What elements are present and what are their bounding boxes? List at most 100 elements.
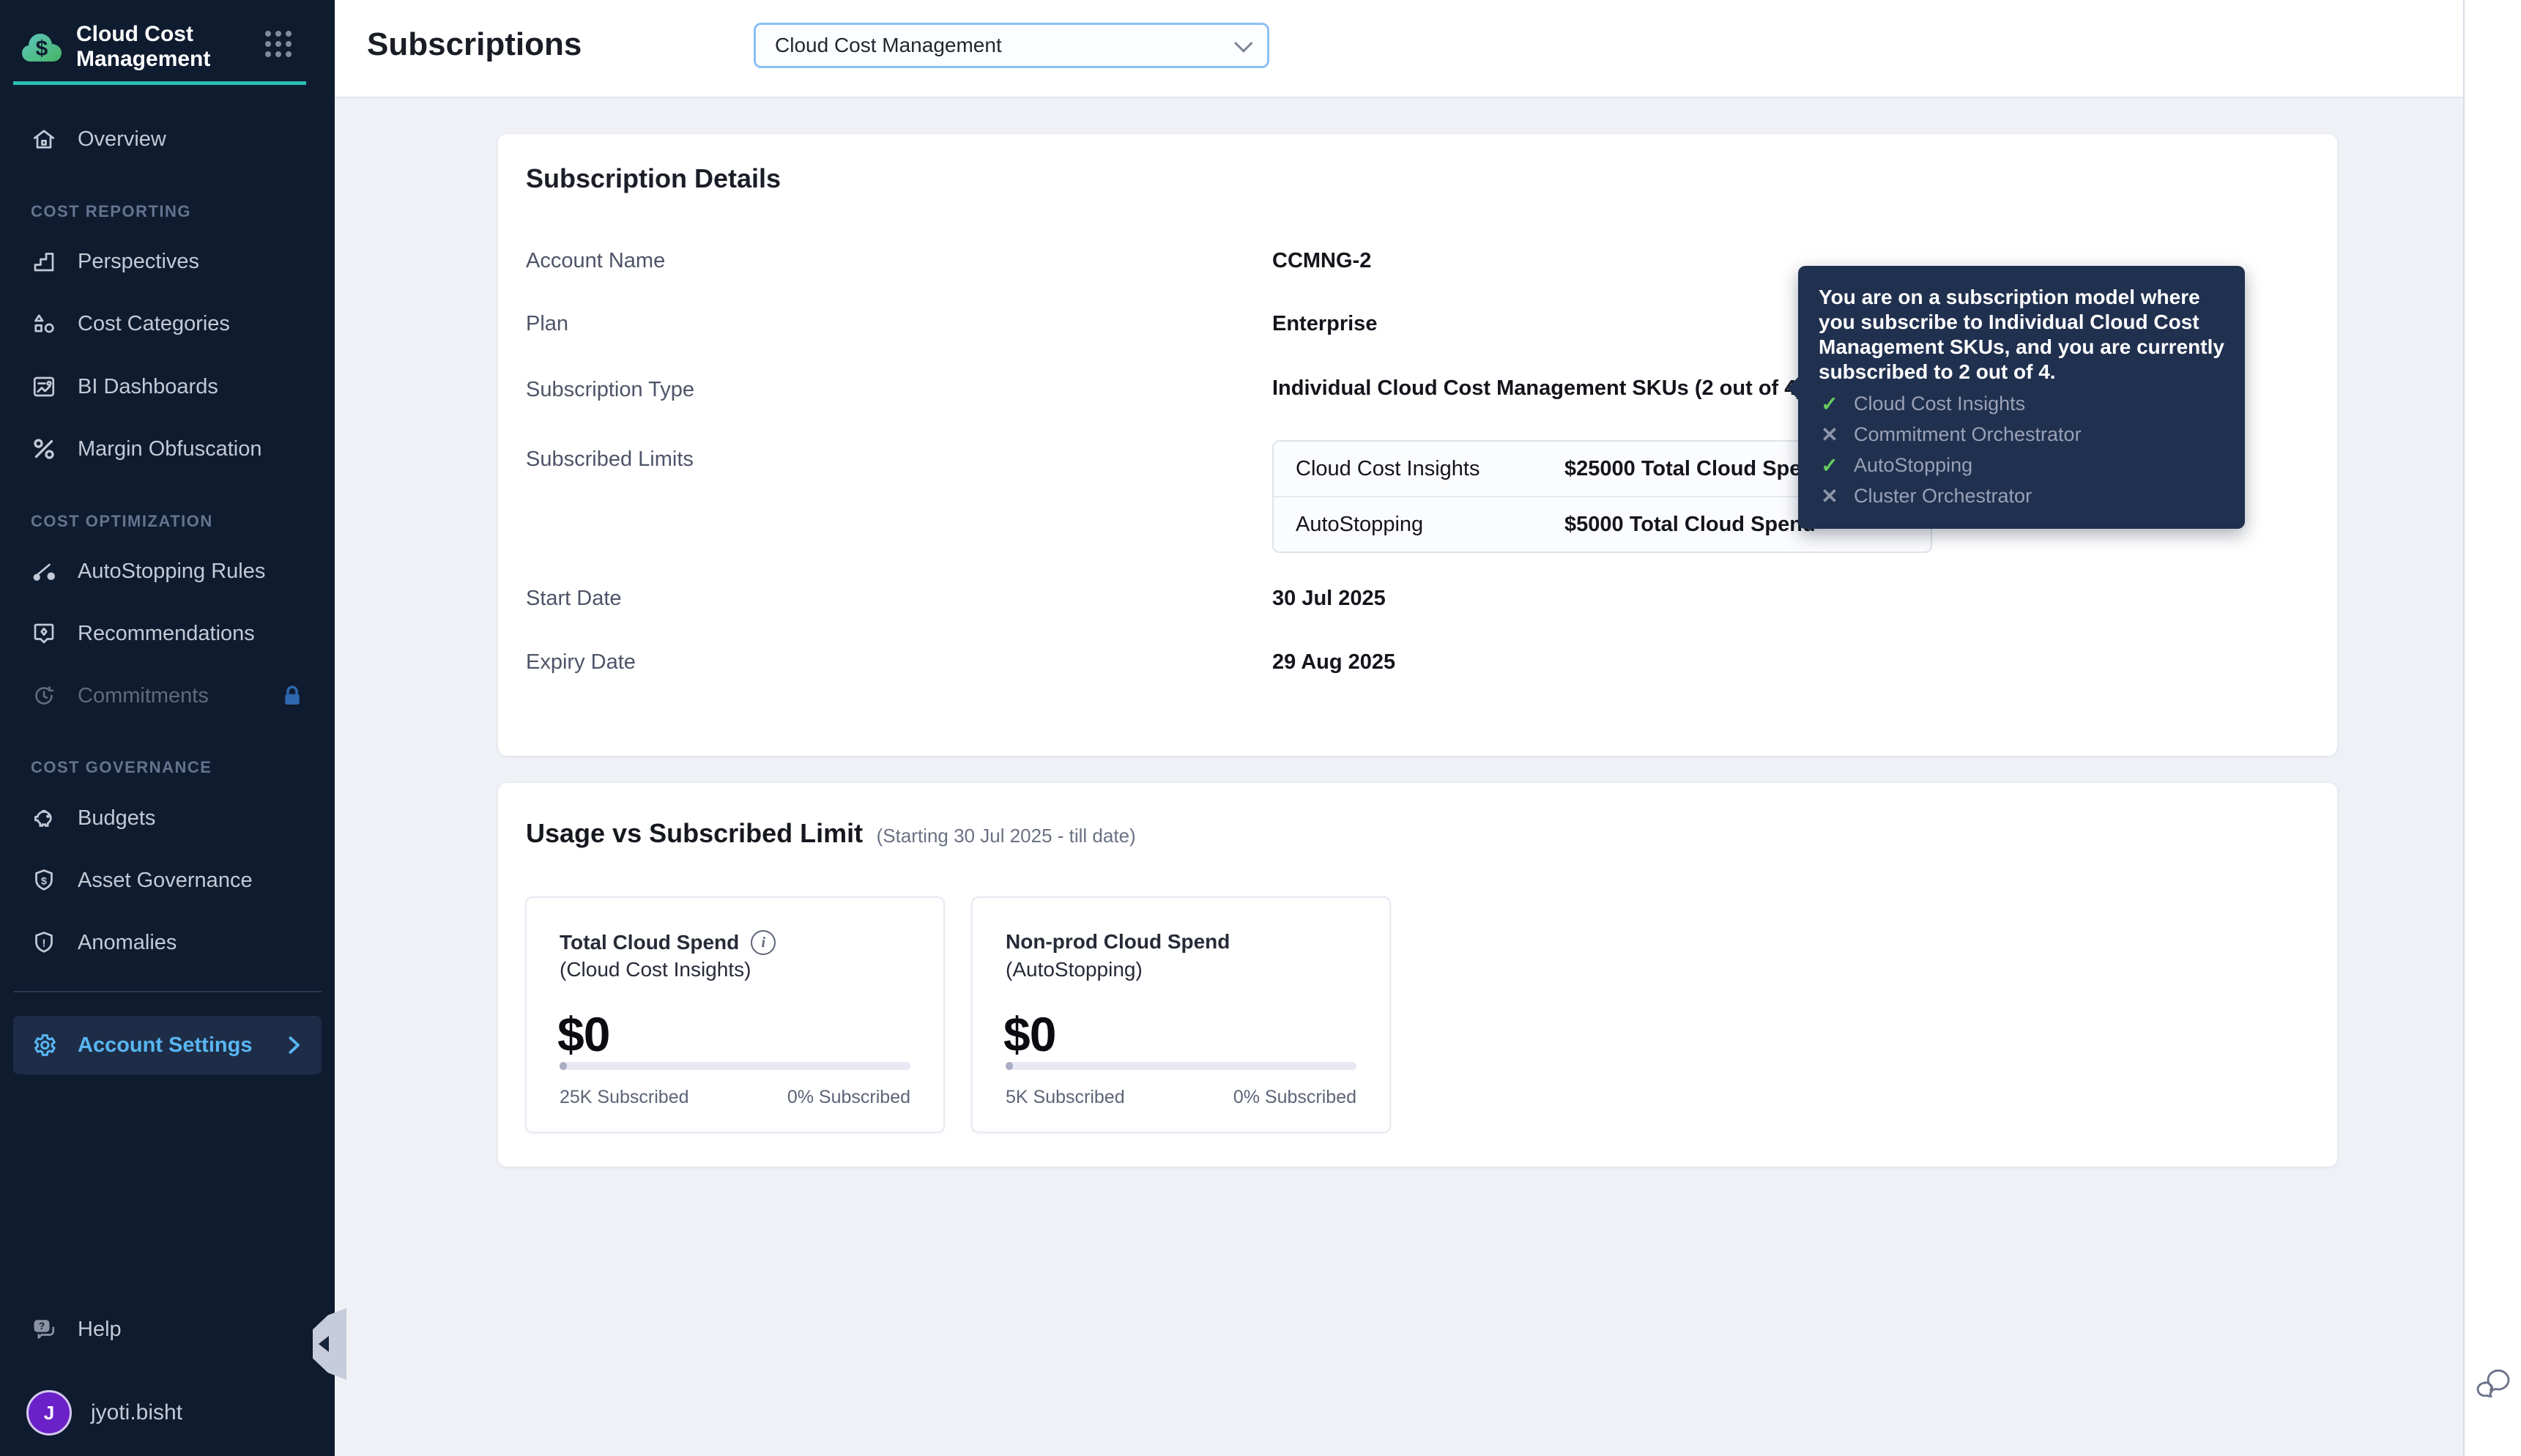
stat-card-title: Non-prod Cloud Spend <box>1006 930 1230 953</box>
lock-icon <box>285 686 300 705</box>
module-switcher-grid-icon[interactable] <box>265 31 294 60</box>
sidebar-item-label: Asset Governance <box>78 868 253 892</box>
sidebar-item-recommendations[interactable]: Recommendations <box>13 610 322 657</box>
nonprod-cloud-spend-card: Non-prod Cloud Spend (AutoStopping) $0 5… <box>971 896 1391 1133</box>
svg-text:$: $ <box>36 37 48 61</box>
sidebar-item-label: Margin Obfuscation <box>78 437 262 461</box>
sidebar-item-label: AutoStopping Rules <box>78 559 266 583</box>
username: jyoti.bisht <box>91 1400 183 1425</box>
cloud-dollar-logo-icon: $ <box>22 34 62 62</box>
sidebar-item-help[interactable]: ? Help <box>13 1306 322 1353</box>
home-icon <box>33 130 55 149</box>
usage-progress-bar <box>560 1062 910 1070</box>
sidebar-section-cost-governance: COST GOVERNANCE <box>31 758 212 776</box>
percent-icon <box>34 439 54 459</box>
subscription-type-value: Individual Cloud Cost Management SKUs (2… <box>1272 376 1804 400</box>
avatar: J <box>26 1390 72 1435</box>
sku-name: AutoStopping <box>1296 512 1424 536</box>
start-date-value: 30 Jul 2025 <box>1272 587 1386 610</box>
stat-card-footer: 25K Subscribed 0% Subscribed <box>560 1087 910 1108</box>
sidebar-section-cost-reporting: COST REPORTING <box>31 202 192 220</box>
subscription-type-value-row: Individual Cloud Cost Management SKUs (2… <box>1272 376 1841 401</box>
sidebar-item-perspectives[interactable]: Perspectives <box>13 238 322 285</box>
subscribed-percent-label: 0% Subscribed <box>1233 1087 1356 1107</box>
recommendation-badge-icon <box>34 623 54 644</box>
tooltip-item-label: Commitment Orchestrator <box>1854 423 2082 445</box>
svg-text:!: ! <box>42 937 46 949</box>
sidebar-item-label: Account Settings <box>78 1033 253 1057</box>
module-select-value: Cloud Cost Management <box>775 34 1002 56</box>
total-cloud-spend-card: Total Cloud Spend i (Cloud Cost Insights… <box>525 896 945 1133</box>
usage-title: Usage vs Subscribed Limit <box>526 818 864 848</box>
cross-icon: ✕ <box>1821 484 1838 508</box>
sidebar-item-budgets[interactable]: Budgets <box>13 795 322 842</box>
tooltip-text: You are on a subscription model where yo… <box>1819 286 2224 384</box>
usage-progress-bar <box>1006 1062 1356 1070</box>
gear-icon <box>34 1034 56 1056</box>
help-chat-icon: ? <box>34 1320 55 1339</box>
sku-name: Cloud Cost Insights <box>1296 456 1480 480</box>
subscription-type-label: Subscription Type <box>526 378 694 401</box>
support-chat-icon[interactable] <box>2473 1364 2514 1405</box>
spend-amount: $0 <box>557 1007 610 1061</box>
avatar-initial: J <box>43 1401 55 1424</box>
tooltip-item: ✓ AutoStopping <box>1819 453 2224 478</box>
tooltip-item-label: AutoStopping <box>1854 453 1973 476</box>
stat-card-title-row: Non-prod Cloud Spend <box>1006 930 1230 954</box>
tooltip-item: ✕ Cluster Orchestrator <box>1819 484 2224 508</box>
subscription-skus-tooltip: You are on a subscription model where yo… <box>1787 266 2245 529</box>
sku-limit: $25000 Total Cloud Spend <box>1564 456 1827 480</box>
stat-card-title-row: Total Cloud Spend i <box>560 930 776 955</box>
tooltip-item: ✓ Cloud Cost Insights <box>1819 392 2224 416</box>
sidebar-item-autostopping-rules[interactable]: AutoStopping Rules <box>13 548 322 595</box>
shapes-icon <box>34 314 54 333</box>
spend-amount: $0 <box>1003 1007 1056 1061</box>
shield-alert-icon: ! <box>35 932 53 953</box>
subscribed-amount-label: 25K Subscribed <box>560 1087 689 1107</box>
sidebar-item-margin-obfuscation[interactable]: Margin Obfuscation <box>13 426 322 472</box>
svg-text:?: ? <box>39 1321 45 1331</box>
subscribed-amount-label: 5K Subscribed <box>1006 1087 1125 1107</box>
check-icon: ✓ <box>1821 392 1838 415</box>
brand-accent-divider <box>13 81 306 85</box>
user-menu[interactable]: J jyoti.bisht <box>13 1386 322 1439</box>
subscribed-limits-label: Subscribed Limits <box>526 447 694 471</box>
page-header: Subscriptions Cloud Cost Management <box>335 0 2463 98</box>
sidebar-item-label: Overview <box>78 127 166 151</box>
chevron-right-icon <box>289 1036 300 1054</box>
account-name-value: CCMNG-2 <box>1272 249 1372 272</box>
sidebar-item-cost-categories[interactable]: Cost Categories <box>13 300 322 347</box>
module-select-dropdown[interactable]: Cloud Cost Management <box>754 23 1269 68</box>
sidebar-item-label: BI Dashboards <box>78 374 218 398</box>
tooltip-item-label: Cluster Orchestrator <box>1854 484 2032 507</box>
usage-subtitle: (Starting 30 Jul 2025 - till date) <box>876 825 1136 847</box>
expiry-date-value: 29 Aug 2025 <box>1272 650 1396 674</box>
page-title: Subscriptions <box>367 26 582 62</box>
usage-vs-limit-card: Usage vs Subscribed Limit (Starting 30 J… <box>498 783 2337 1167</box>
autostopping-lever-icon <box>33 563 55 581</box>
collapse-arrow-icon <box>319 1336 329 1352</box>
cross-icon: ✕ <box>1821 423 1838 446</box>
dashboard-image-icon <box>33 376 55 397</box>
sidebar-item-account-settings[interactable]: Account Settings <box>13 1016 322 1074</box>
info-icon[interactable]: i <box>751 930 776 955</box>
expiry-date-label: Expiry Date <box>526 650 636 674</box>
sidebar-item-bi-dashboards[interactable]: BI Dashboards <box>13 363 322 410</box>
sidebar-item-asset-governance[interactable]: $ Asset Governance <box>13 857 322 904</box>
usage-heading: Usage vs Subscribed Limit (Starting 30 J… <box>526 818 1136 849</box>
shield-dollar-icon: $ <box>35 869 53 891</box>
sidebar-item-label: Cost Categories <box>78 311 230 335</box>
sidebar-item-commitments[interactable]: Commitments <box>13 672 322 719</box>
sidebar-item-label: Help <box>78 1317 122 1341</box>
stat-card-title: Total Cloud Spend <box>560 931 740 954</box>
app-title: Cloud Cost Management <box>76 22 211 71</box>
tooltip-item-label: Cloud Cost Insights <box>1854 392 2026 415</box>
chevron-down-icon <box>1234 34 1253 53</box>
brand: $ Cloud Cost Management <box>21 22 245 72</box>
sidebar-divider <box>13 991 322 992</box>
sidebar-item-overview[interactable]: Overview <box>13 116 322 163</box>
sidebar-item-anomalies[interactable]: ! Anomalies <box>13 919 322 966</box>
check-icon: ✓ <box>1821 453 1838 477</box>
sku-limit: $5000 Total Cloud Spend <box>1564 512 1816 536</box>
account-name-label: Account Name <box>526 249 666 272</box>
